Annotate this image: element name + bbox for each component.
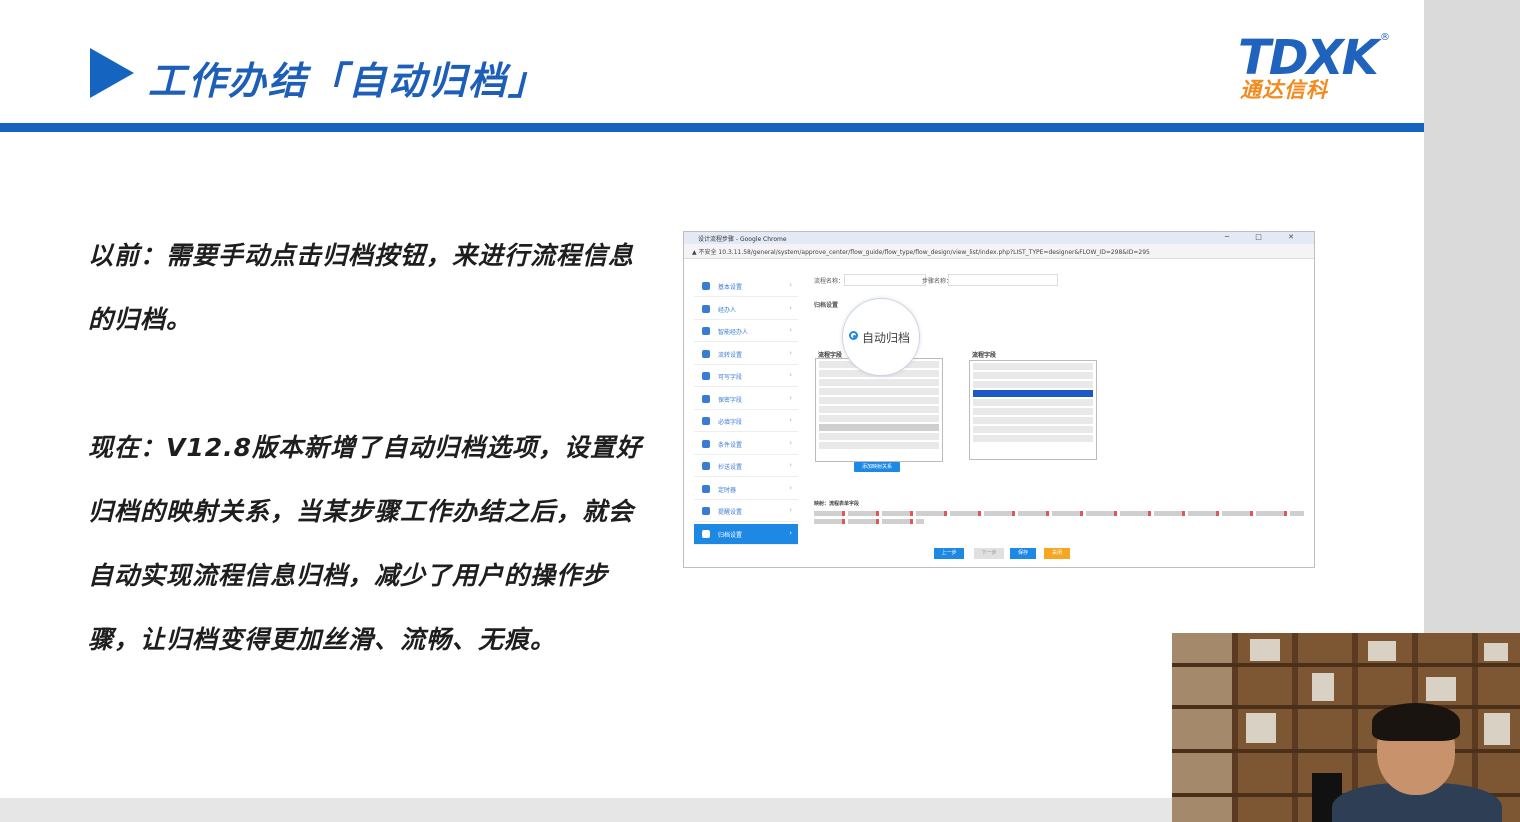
copy-icon [702, 462, 710, 470]
chevron-right-icon: › [789, 483, 792, 492]
bell-icon [702, 507, 710, 515]
shelf-item [1368, 641, 1396, 661]
browser-window-title: 设计流程步骤 - Google Chrome [698, 236, 787, 243]
nav-item[interactable]: 基本设置 › [694, 276, 798, 297]
logo-registered-mark: ® [1380, 32, 1390, 43]
nav-item[interactable]: 智能经办人 › [694, 321, 798, 342]
text-input[interactable] [844, 274, 926, 286]
nav-item[interactable]: 条件设置 › [694, 433, 798, 455]
shelf-item [1312, 673, 1334, 701]
embedded-screenshot: 设计流程步骤 - Google Chrome ─ □ ✕ ▲ 不安全 10.3.… [683, 231, 1315, 568]
step-settings-nav: 基本设置 › 经办人 › 智能经办人 › 流转设置 › 可写字段 › 保密字段 › 必填字段… [694, 276, 798, 545]
refresh-icon [702, 349, 710, 358]
paragraph-before: 以前：需要手动点击归档按钮，来进行流程信息的归档。 [88, 241, 635, 334]
nav-item[interactable]: 提醒设置 › [694, 501, 798, 522]
chevron-right-icon: › [789, 371, 792, 379]
auto-archive-option[interactable]: 自动归档 [862, 329, 910, 346]
chevron-right-icon: › [789, 303, 792, 312]
chevron-right-icon: › [789, 438, 792, 447]
radio-selected-icon[interactable] [849, 331, 858, 340]
chevron-right-icon: › [789, 326, 792, 334]
logo-subtitle: 通达信科 [1240, 78, 1328, 102]
lock-icon [702, 394, 710, 403]
shelf-item [1426, 677, 1456, 701]
chevron-right-icon: › [789, 506, 792, 514]
mapping-row [814, 519, 924, 524]
paragraph-now: 现在：V12.8版本新增了自动归档选项，设置好归档的映射关系，当某步骤工作办结之… [88, 433, 643, 654]
condition-icon [702, 439, 710, 448]
slide-title: 工作办结「自动归档」 [148, 59, 549, 103]
nav-item[interactable]: 经办人 › [694, 298, 798, 320]
chevron-right-icon: › [789, 348, 792, 357]
edit-icon [702, 372, 710, 380]
shelf-item [1246, 713, 1276, 743]
user-icon [702, 304, 710, 313]
webcam-overlay [1172, 633, 1520, 822]
nav-item-active[interactable]: 归档设置 › [694, 523, 798, 545]
archive-icon [702, 529, 710, 538]
address-bar[interactable]: ▲ 不安全 10.3.11.58/general/system/approve_… [684, 244, 1314, 259]
address-text: ▲ 不安全 10.3.11.58/general/system/approve_… [692, 249, 1150, 256]
mapping-header: 映射：流程表单字段 [814, 501, 860, 507]
timer-icon [702, 484, 710, 493]
field-label: 流程名称： [814, 278, 845, 285]
mapping-row [814, 511, 1304, 516]
next-step-button[interactable]: 下一步 [974, 548, 1004, 559]
chevron-right-icon: › [789, 416, 792, 424]
mapping-list: 映射：流程表单字段 [814, 500, 1304, 524]
nav-item[interactable]: 必填字段 › [694, 411, 798, 432]
chevron-right-icon: › [789, 461, 792, 469]
archive-field-list[interactable] [969, 360, 1097, 460]
text-input-2[interactable] [948, 274, 1058, 286]
close-button[interactable]: 关闭 [1044, 548, 1070, 559]
section-title: 归档设置 [814, 302, 839, 309]
window-controls[interactable]: ─ □ ✕ [1225, 233, 1306, 241]
presenter-hair [1372, 703, 1460, 741]
chevron-right-icon: › [789, 393, 792, 402]
nav-item[interactable]: 保密字段 › [694, 388, 798, 410]
browser-title-bar: 设计流程步骤 - Google Chrome ─ □ ✕ [684, 232, 1314, 244]
save-button[interactable]: 保存 [1010, 548, 1036, 559]
shelf-item [1250, 639, 1280, 661]
play-triangle-icon [90, 48, 134, 98]
nav-item[interactable]: 可写字段 › [694, 366, 798, 387]
shelf-item [1484, 643, 1508, 661]
chevron-right-icon: › [789, 281, 792, 289]
shelf-item [1484, 713, 1510, 745]
right-list-header: 流程字段 [972, 352, 997, 359]
nav-item[interactable]: 抄送设置 › [694, 456, 798, 477]
users-icon [702, 327, 710, 335]
pen-icon [702, 417, 710, 425]
prev-step-button[interactable]: 上一步 [934, 548, 964, 559]
add-mapping-button[interactable]: 添加映射关系 [854, 462, 900, 472]
magnifier-callout: 自动归档 [842, 298, 920, 376]
gear-icon [702, 282, 710, 290]
chevron-right-icon: › [789, 528, 792, 537]
nav-item[interactable]: 流转设置 › [694, 343, 798, 365]
title-divider [0, 123, 1424, 132]
nav-item[interactable]: 定时器 › [694, 478, 798, 500]
